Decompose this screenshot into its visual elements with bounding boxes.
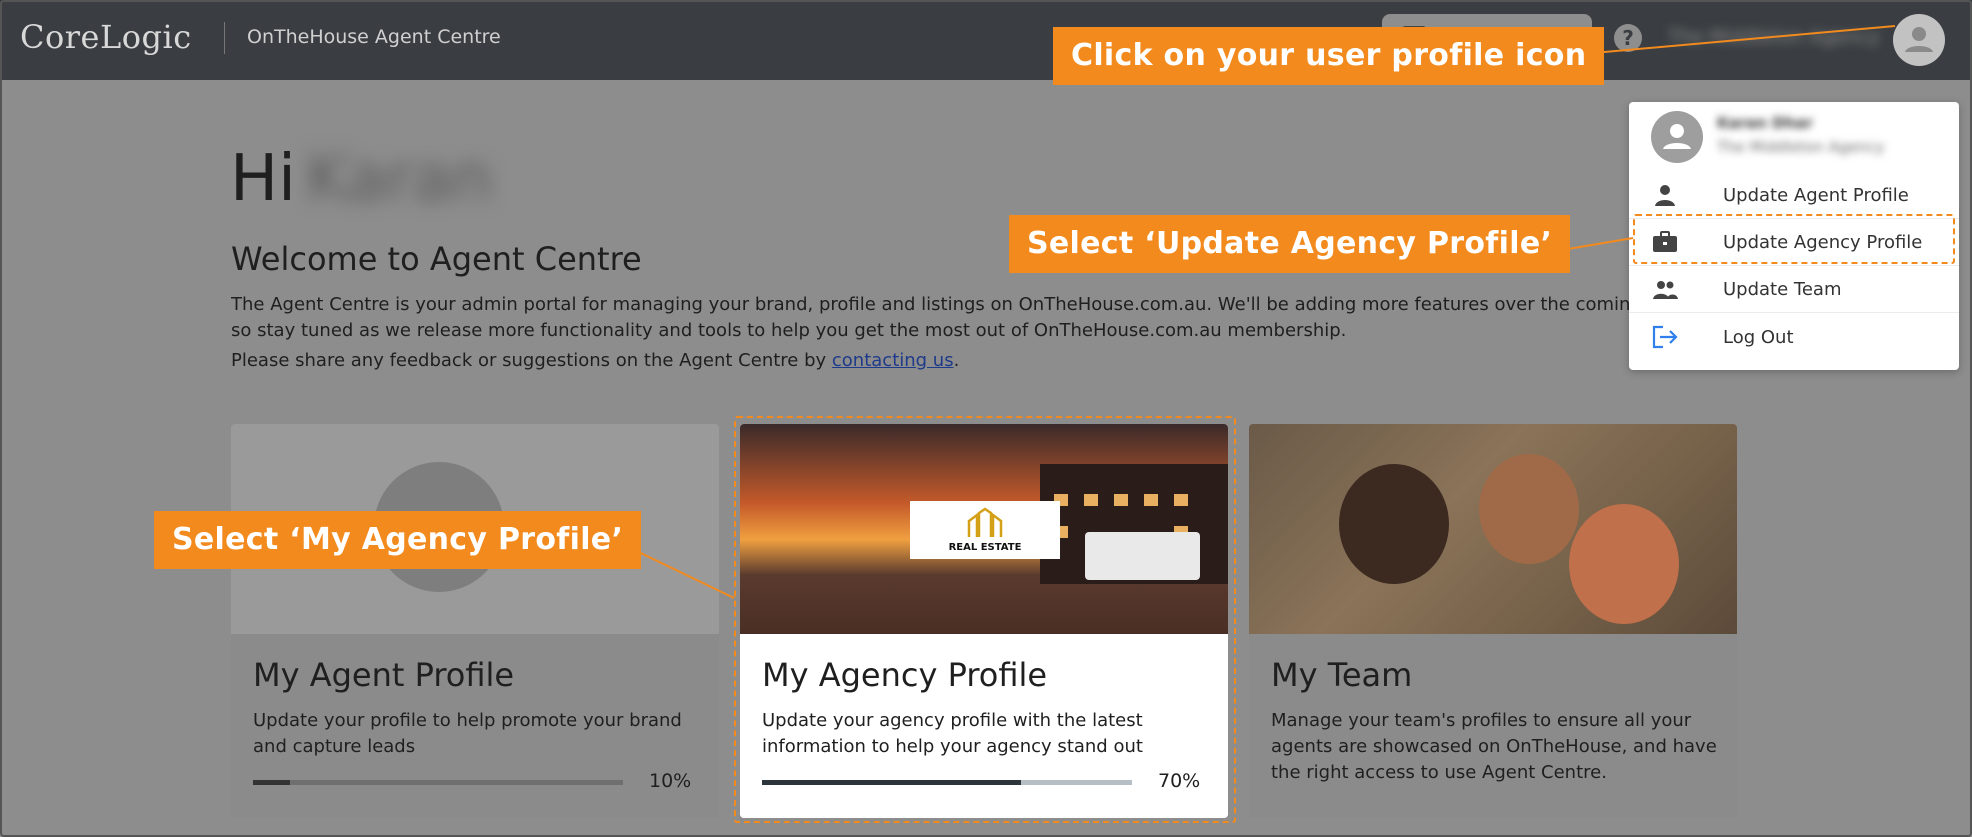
team-photo-person — [1479, 454, 1579, 564]
card-title: My Team — [1271, 656, 1413, 694]
people-icon — [1653, 281, 1678, 299]
feedback-suffix: . — [953, 350, 960, 371]
logout-icon — [1652, 325, 1678, 349]
card-title: My Agent Profile — [253, 656, 515, 694]
greeting-name-blurred: Karan — [306, 142, 493, 216]
intro-line-1: The Agent Centre is your admin portal fo… — [231, 294, 1631, 315]
user-avatar-icon — [1905, 27, 1933, 52]
progress-percent: 10% — [649, 770, 692, 792]
menu-item-update-agent-profile[interactable]: Update Agent Profile — [1629, 172, 1959, 218]
team-photo-person — [1569, 504, 1679, 624]
menu-item-label: Update Agent Profile — [1723, 185, 1909, 206]
intro-text: The Agent Centre is your admin portal fo… — [231, 292, 1631, 344]
team-image — [1249, 424, 1737, 634]
logo-divider — [224, 22, 225, 54]
callout-profile-icon: Click on your user profile icon — [1053, 27, 1605, 85]
callout-update-agency: Select ‘Update Agency Profile’ — [1009, 215, 1571, 273]
dropdown-agency-name: The Middleton Agency — [1717, 138, 1885, 156]
menu-item-label: Log Out — [1723, 327, 1794, 348]
card-description: Update your profile to help promote your… — [253, 710, 682, 757]
page-title: Welcome to Agent Centre — [231, 240, 642, 278]
agent-profile-card[interactable]: My Agent Profile Update your profile to … — [231, 424, 719, 818]
dropdown-avatar-icon — [1651, 111, 1703, 163]
card-description: Manage your team's profiles to ensure al… — [1271, 710, 1717, 783]
contact-us-link[interactable]: contacting us — [832, 350, 954, 371]
top-navigation-bar: CoreLogic OnTheHouse Agent Centre ? The … — [0, 0, 1972, 80]
app-name: OnTheHouse Agent Centre — [247, 26, 501, 48]
feedback-prefix: Please share any feedback or suggestions… — [231, 350, 832, 371]
team-card[interactable]: My Team Manage your team's profiles to e… — [1249, 424, 1737, 818]
menu-item-update-team[interactable]: Update Team — [1629, 266, 1959, 312]
greeting-hi: Hi — [230, 142, 296, 216]
progress-bar-fill — [253, 780, 290, 785]
callout-my-agency: Select ‘My Agency Profile’ — [154, 511, 642, 569]
menu-item-label: Update Team — [1723, 279, 1842, 300]
person-icon — [1655, 185, 1675, 206]
agency-name-blurred: The Middleton Agency — [1668, 26, 1880, 48]
progress-bar — [253, 780, 623, 785]
dropdown-user-name: Karan Dhar — [1717, 114, 1813, 132]
team-photo-person — [1339, 464, 1449, 584]
corelogic-logo[interactable]: CoreLogic — [20, 18, 192, 56]
help-icon[interactable]: ? — [1614, 24, 1642, 52]
user-profile-icon[interactable] — [1893, 14, 1945, 66]
update-agency-highlight — [1633, 214, 1955, 264]
agency-card-highlight — [734, 416, 1236, 823]
menu-divider — [1629, 312, 1959, 313]
menu-item-log-out[interactable]: Log Out — [1629, 314, 1959, 360]
feedback-text: Please share any feedback or suggestions… — [231, 350, 959, 371]
intro-line-2: so stay tuned as we release more functio… — [231, 320, 1347, 341]
